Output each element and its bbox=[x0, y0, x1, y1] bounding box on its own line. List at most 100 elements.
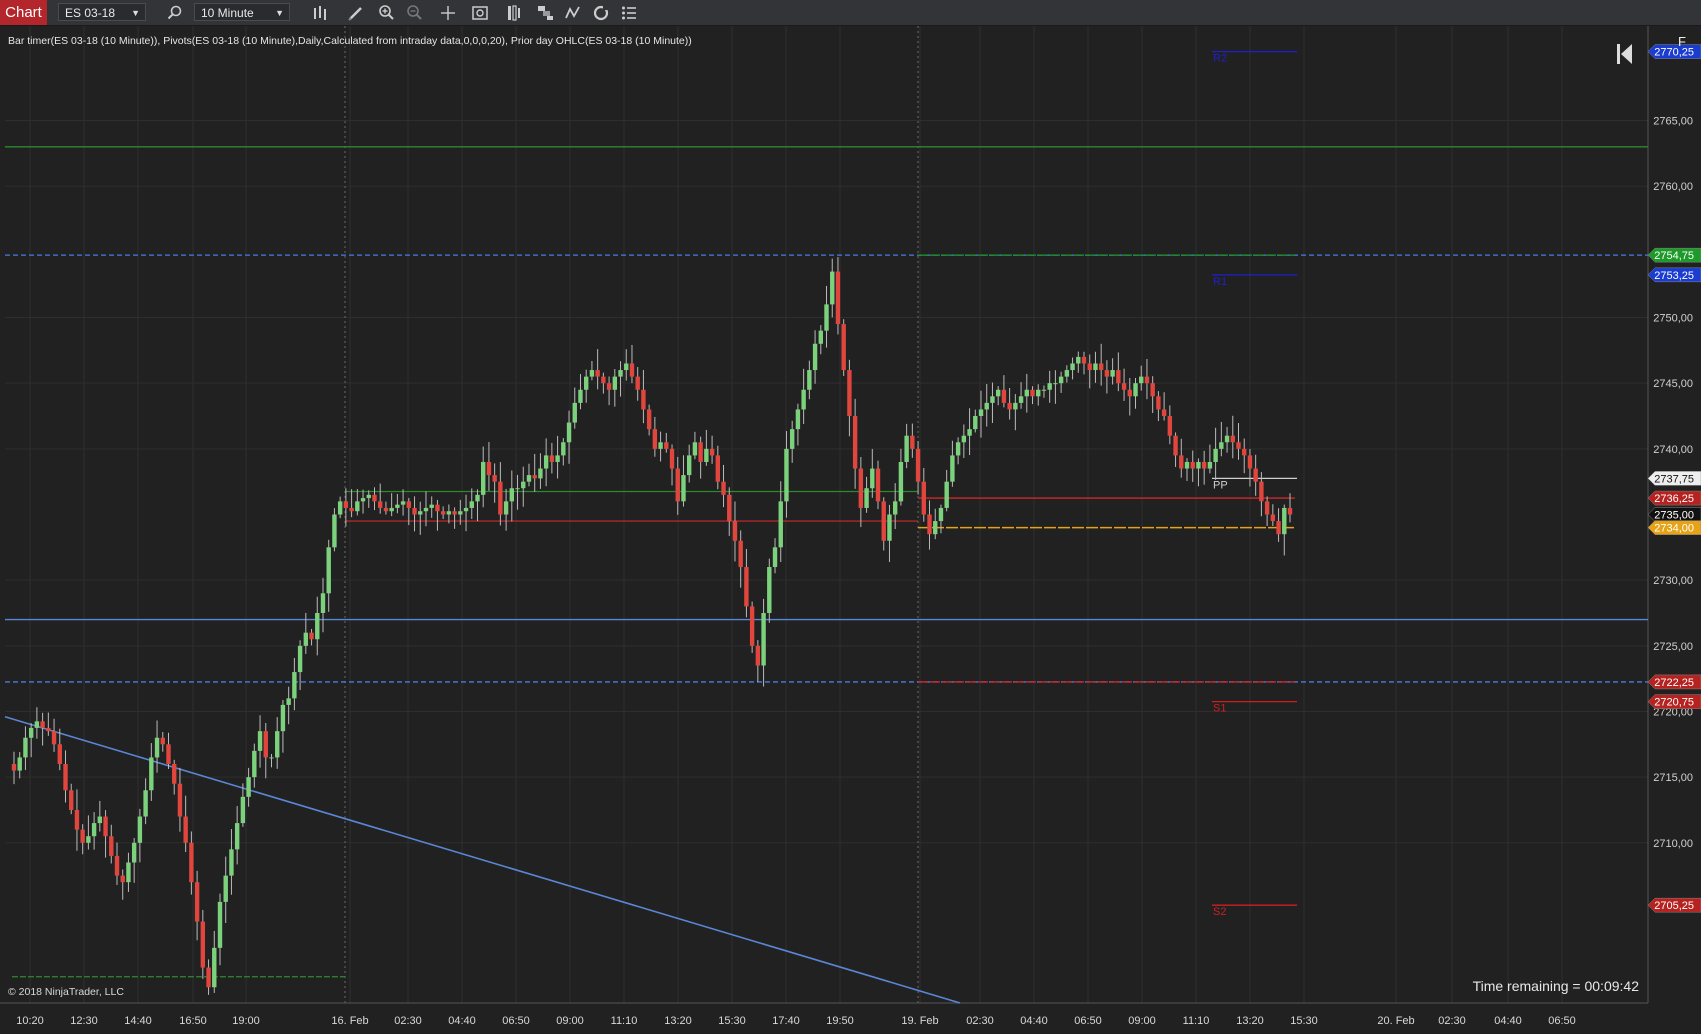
candle-body bbox=[332, 514, 337, 548]
candle-body bbox=[91, 823, 97, 837]
price-chart[interactable]: 10:20 12:30 14:40 16:50 19:00 16. Feb 02:30 04:… bbox=[0, 26, 1701, 1034]
candle-body bbox=[234, 823, 240, 850]
candle-body bbox=[566, 422, 572, 443]
candle-body bbox=[172, 764, 177, 784]
snapshot-icon[interactable] bbox=[470, 3, 490, 23]
candle-body bbox=[86, 836, 91, 843]
candle-body bbox=[595, 370, 600, 377]
candle-body bbox=[11, 764, 17, 771]
candle-body bbox=[704, 448, 709, 462]
chart-tab[interactable]: Chart bbox=[0, 0, 47, 25]
pivot-label-r2: R2 bbox=[1213, 53, 1227, 65]
candle-body bbox=[74, 809, 80, 830]
candle-body bbox=[618, 370, 623, 377]
candle-body bbox=[183, 816, 188, 843]
candle-body bbox=[1219, 442, 1224, 449]
candle-body bbox=[40, 721, 45, 728]
price-marker-label: 2736,25 bbox=[1654, 493, 1694, 505]
candle-body bbox=[109, 836, 114, 856]
candle-body bbox=[1064, 370, 1070, 377]
candle-body bbox=[1001, 389, 1007, 403]
candle-body bbox=[961, 435, 967, 443]
candle-body bbox=[898, 461, 904, 502]
price-marker-label: 2737,75 bbox=[1654, 473, 1694, 485]
candle-body bbox=[252, 750, 257, 778]
candle-body bbox=[686, 455, 692, 476]
candle-body bbox=[526, 475, 532, 482]
scroll-to-end-icon[interactable] bbox=[1616, 41, 1634, 67]
candle-body bbox=[1070, 363, 1075, 371]
candle-body bbox=[229, 849, 234, 876]
candle-body bbox=[858, 468, 864, 508]
candle-body bbox=[938, 507, 944, 522]
candle-body bbox=[355, 501, 360, 512]
chart-area[interactable]: 10:20 12:30 14:40 16:50 19:00 16. Feb 02:30 04:… bbox=[0, 26, 1701, 1034]
search-icon[interactable] bbox=[165, 3, 185, 23]
candle-body bbox=[933, 521, 938, 535]
candle-body bbox=[1024, 389, 1029, 397]
properties-list-icon[interactable] bbox=[619, 3, 639, 23]
indicators-label: Bar timer(ES 03-18 (10 Minute)), Pivots(… bbox=[8, 35, 692, 47]
candle-body bbox=[1259, 481, 1264, 502]
zoom-in-icon[interactable] bbox=[377, 3, 397, 23]
candle-body bbox=[818, 330, 823, 344]
candle-body bbox=[206, 967, 211, 988]
candle-body bbox=[1173, 435, 1178, 456]
y-tick-label: 2765,00 bbox=[1653, 116, 1693, 128]
data-box-icon[interactable] bbox=[504, 3, 524, 23]
candle-body bbox=[624, 363, 629, 371]
candle-body bbox=[1127, 389, 1132, 397]
candle-body bbox=[1041, 389, 1047, 391]
crosshair-icon[interactable] bbox=[438, 3, 458, 23]
x-tick-label: 10:20 bbox=[16, 1015, 44, 1027]
plot-background bbox=[0, 26, 1701, 1034]
candle-body bbox=[389, 507, 394, 512]
candle-body bbox=[395, 504, 400, 508]
refresh-icon[interactable] bbox=[591, 3, 611, 23]
candle-body bbox=[727, 494, 732, 522]
drawing-tool-icon[interactable] bbox=[346, 3, 366, 23]
f-button[interactable]: F bbox=[1678, 34, 1686, 49]
candle-body bbox=[1242, 448, 1247, 456]
instrument-selector[interactable]: ES 03-18 ▼ bbox=[58, 3, 146, 21]
candle-body bbox=[46, 727, 51, 732]
candle-body bbox=[1104, 370, 1110, 377]
zoom-out-icon[interactable] bbox=[405, 3, 425, 23]
candle-body bbox=[400, 501, 406, 505]
candle-body bbox=[738, 540, 743, 568]
candle-body bbox=[892, 501, 898, 515]
candle-body bbox=[538, 468, 543, 479]
candle-body bbox=[927, 514, 932, 535]
candle-body bbox=[177, 783, 183, 817]
candle-body bbox=[555, 455, 560, 462]
interval-selector[interactable]: 10 Minute ▼ bbox=[194, 3, 290, 21]
strategies-icon[interactable] bbox=[535, 3, 555, 23]
candle-body bbox=[1110, 370, 1115, 377]
candle-body bbox=[1161, 409, 1167, 417]
candle-body bbox=[692, 442, 698, 456]
candle-body bbox=[80, 829, 85, 843]
candle-body bbox=[1150, 383, 1155, 397]
pivot-label-s1: S1 bbox=[1213, 703, 1226, 715]
price-marker-label: 2705,25 bbox=[1654, 900, 1694, 912]
candle-body bbox=[652, 429, 658, 449]
candle-body bbox=[503, 501, 509, 515]
bar-timer-label: Time remaining = 00:09:42 bbox=[1472, 978, 1639, 994]
x-tick-label: 19. Feb bbox=[901, 1015, 938, 1027]
candle-body bbox=[761, 612, 766, 666]
candle-body bbox=[915, 448, 921, 482]
candle-body bbox=[910, 435, 915, 449]
candle-body bbox=[864, 488, 869, 508]
candle-body bbox=[1270, 514, 1276, 522]
interval-value: 10 Minute bbox=[201, 6, 254, 20]
indicators-icon[interactable] bbox=[563, 3, 583, 23]
candle-body bbox=[1190, 461, 1195, 469]
candle-body bbox=[257, 731, 263, 751]
candle-body bbox=[1287, 507, 1293, 515]
x-tick-label: 06:50 bbox=[1074, 1015, 1102, 1027]
candle-body bbox=[418, 511, 423, 515]
bar-style-icon[interactable] bbox=[310, 3, 330, 23]
candle-body bbox=[1053, 383, 1058, 385]
candle-body bbox=[744, 567, 749, 607]
candle-body bbox=[830, 271, 835, 305]
